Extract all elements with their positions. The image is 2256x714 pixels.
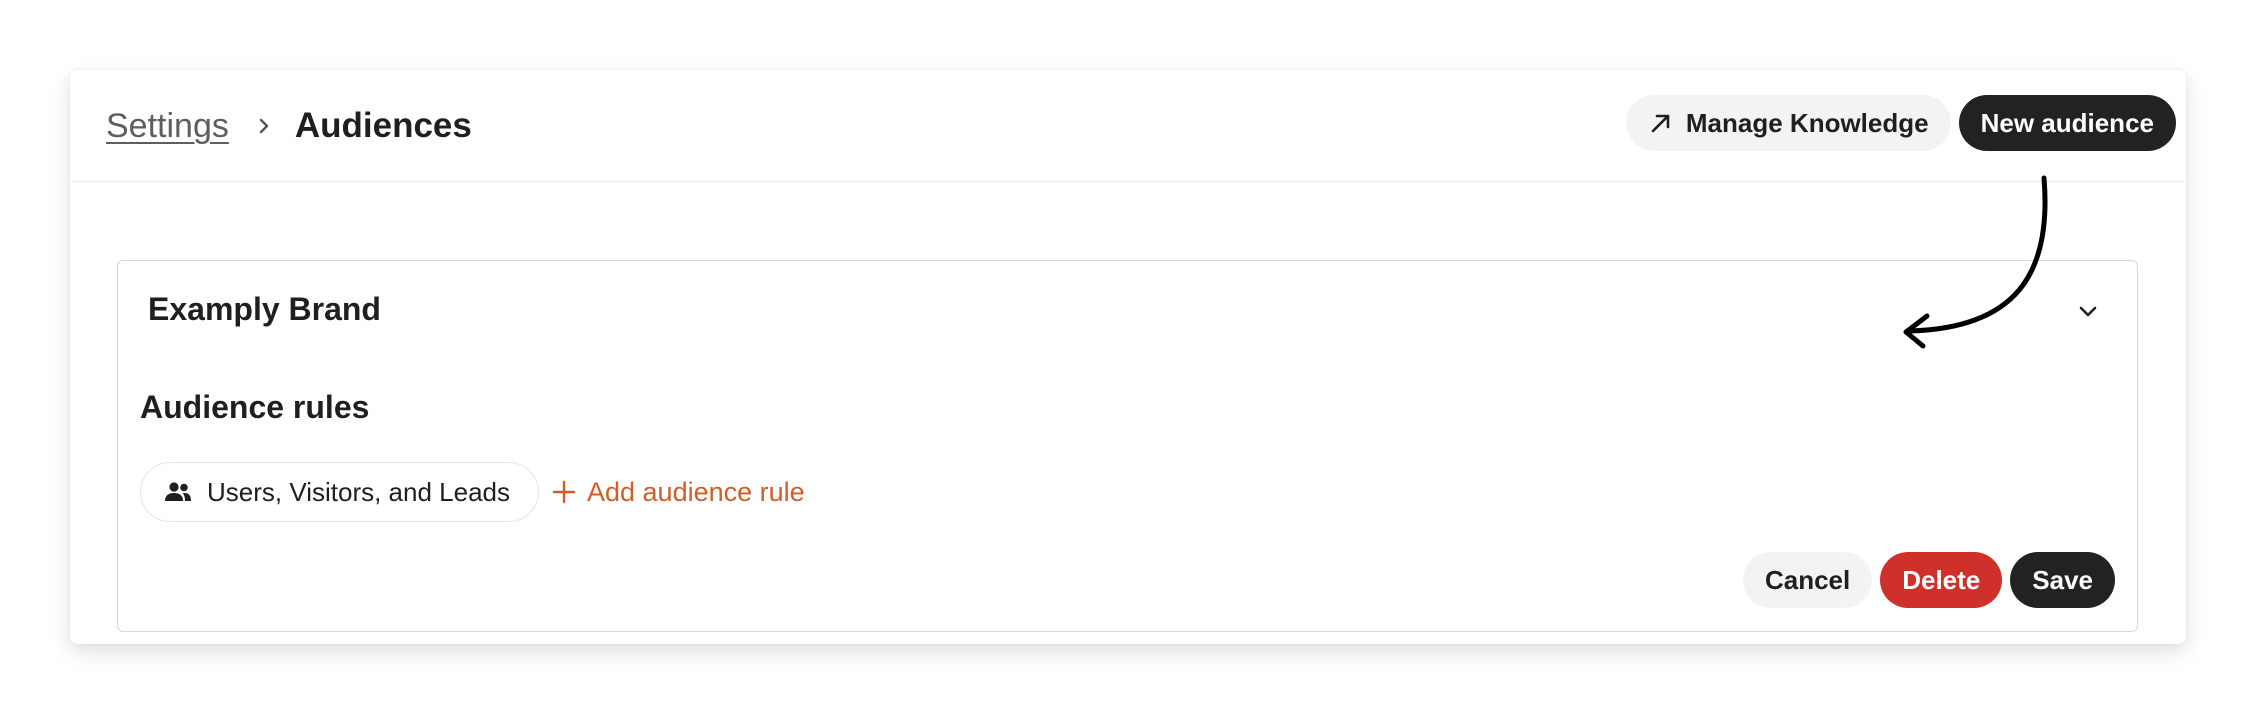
save-button[interactable]: Save (2010, 552, 2115, 608)
card-actions: Cancel Delete Save (1742, 552, 2115, 608)
page-header: Settings Audiences Manage Knowledge New … (70, 70, 2186, 182)
audience-card-title: Examply Brand (148, 291, 381, 327)
breadcrumb-settings-link[interactable]: Settings (106, 107, 229, 146)
header-actions: Manage Knowledge New audience (1625, 95, 2176, 151)
add-audience-rule-button[interactable]: Add audience rule (551, 477, 805, 508)
audience-rules-row: Users, Visitors, and Leads Add audience … (140, 462, 805, 522)
new-audience-button[interactable]: New audience (1958, 95, 2176, 151)
breadcrumb: Settings Audiences (106, 70, 472, 182)
page-title: Audiences (294, 106, 472, 145)
new-audience-label: New audience (1980, 107, 2154, 138)
chevron-right-icon (259, 118, 269, 134)
cancel-button[interactable]: Cancel (1742, 552, 1873, 608)
plus-icon (552, 480, 576, 504)
chevron-down-icon[interactable] (2075, 299, 2101, 325)
audience-rules-heading: Audience rules (140, 389, 370, 425)
people-icon (165, 482, 191, 501)
audience-rule-label: Users, Visitors, and Leads (207, 476, 510, 507)
audience-rule-chip[interactable]: Users, Visitors, and Leads (140, 462, 539, 522)
cancel-label: Cancel (1764, 564, 1851, 595)
add-audience-rule-label: Add audience rule (587, 476, 805, 507)
save-label: Save (2032, 564, 2093, 595)
audiences-settings-window: Settings Audiences Manage Knowledge New … (70, 70, 2186, 644)
manage-knowledge-label: Manage Knowledge (1685, 107, 1929, 138)
audience-card: Examply Brand Audience rules Users, Visi… (117, 260, 2138, 632)
manage-knowledge-button[interactable]: Manage Knowledge (1625, 95, 1951, 151)
delete-button[interactable]: Delete (1880, 552, 2003, 608)
arrow-up-right-icon (1651, 114, 1670, 133)
delete-label: Delete (1902, 564, 1981, 595)
